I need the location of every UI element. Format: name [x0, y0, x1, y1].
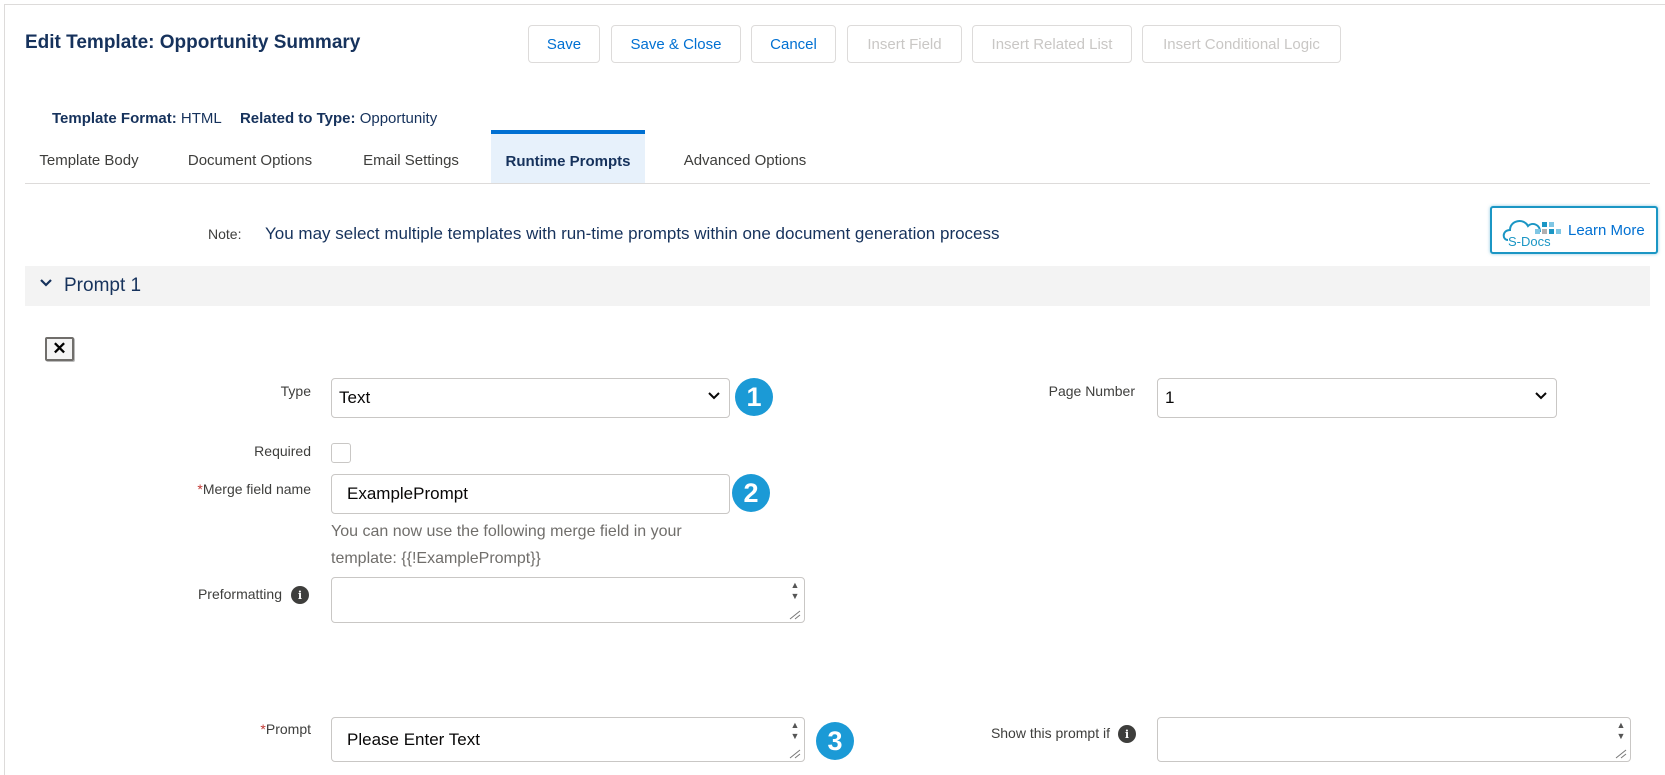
template-meta: Template Format: HTML Related to Type: O… — [52, 110, 437, 127]
scroll-arrows-icon[interactable]: ▲ ▼ — [788, 580, 802, 602]
prompt-label: *Prompt — [260, 721, 311, 737]
preformatting-label: Preformatting — [197, 586, 282, 602]
prompt-value: Please Enter Text — [347, 729, 480, 749]
save-button[interactable]: Save — [528, 25, 600, 63]
chevron-down-icon — [39, 276, 53, 295]
scroll-arrows-icon[interactable]: ▲ ▼ — [788, 720, 802, 742]
insert-field-button[interactable]: Insert Field — [847, 25, 962, 63]
svg-text:S-Docs: S-Docs — [1508, 234, 1551, 249]
required-checkbox[interactable] — [331, 443, 351, 463]
prompt-textarea[interactable]: Please Enter Text ▲ ▼ — [331, 717, 805, 762]
prompt-section-header[interactable]: Prompt 1 — [25, 266, 1650, 306]
note-label: Note: — [208, 226, 242, 242]
related-label: Related to Type: — [239, 110, 356, 127]
type-select-value: Text — [339, 388, 371, 407]
cancel-button[interactable]: Cancel — [751, 25, 836, 63]
tab-runtime-prompts[interactable]: Runtime Prompts — [491, 130, 645, 183]
chevron-down-icon — [1534, 389, 1548, 406]
resize-grip-icon[interactable] — [789, 749, 801, 759]
type-label: Type — [280, 383, 311, 399]
step-badge-1: 1 — [735, 378, 773, 416]
preformatting-textarea[interactable]: ▲ ▼ — [331, 577, 805, 623]
tab-template-body[interactable]: Template Body — [25, 130, 153, 183]
tab-document-options[interactable]: Document Options — [177, 130, 323, 183]
insert-related-list-button[interactable]: Insert Related List — [972, 25, 1132, 63]
show-if-label: Show this prompt if — [990, 725, 1110, 741]
scroll-arrows-icon[interactable]: ▲ ▼ — [1614, 720, 1628, 742]
merge-field-help: You can now use the following merge fiel… — [331, 523, 682, 567]
page-number-select[interactable]: 1 — [1157, 378, 1557, 418]
page-number-label: Page Number — [1048, 383, 1135, 399]
format-label: Template Format: — [52, 110, 177, 127]
related-value: Opportunity — [359, 110, 438, 127]
learn-more-button[interactable]: S-Docs Learn More — [1490, 206, 1658, 254]
resize-grip-icon[interactable] — [1615, 749, 1627, 759]
step-badge-3: 3 — [816, 722, 854, 760]
info-icon[interactable]: i — [1118, 725, 1136, 743]
tab-bar: Template Body Document Options Email Set… — [25, 130, 1650, 184]
required-label: Required — [254, 443, 311, 459]
sdocs-logo-icon: S-Docs — [1502, 210, 1562, 250]
tab-advanced-options[interactable]: Advanced Options — [675, 130, 815, 183]
step-badge-2: 2 — [732, 474, 770, 512]
resize-grip-icon[interactable] — [789, 610, 801, 620]
chevron-down-icon — [707, 389, 721, 406]
close-icon: ✕ — [52, 339, 67, 358]
remove-prompt-button[interactable]: ✕ — [45, 337, 74, 361]
format-value: HTML — [180, 110, 222, 127]
learn-more-label: Learn More — [1568, 221, 1645, 239]
info-icon[interactable]: i — [291, 586, 309, 604]
merge-field-label: *Merge field name — [197, 481, 311, 497]
save-close-button[interactable]: Save & Close — [611, 25, 741, 63]
tab-email-settings[interactable]: Email Settings — [347, 130, 475, 183]
insert-conditional-logic-button[interactable]: Insert Conditional Logic — [1142, 25, 1341, 63]
section-title: Prompt 1 — [64, 275, 142, 296]
show-if-textarea[interactable]: ▲ ▼ — [1157, 717, 1631, 762]
type-select[interactable]: Text — [331, 378, 730, 418]
note-text: You may select multiple templates with r… — [265, 224, 1000, 243]
merge-field-input[interactable]: ExamplePrompt — [331, 474, 730, 514]
page-number-value: 1 — [1165, 388, 1175, 407]
page-title: Edit Template: Opportunity Summary — [25, 32, 361, 53]
